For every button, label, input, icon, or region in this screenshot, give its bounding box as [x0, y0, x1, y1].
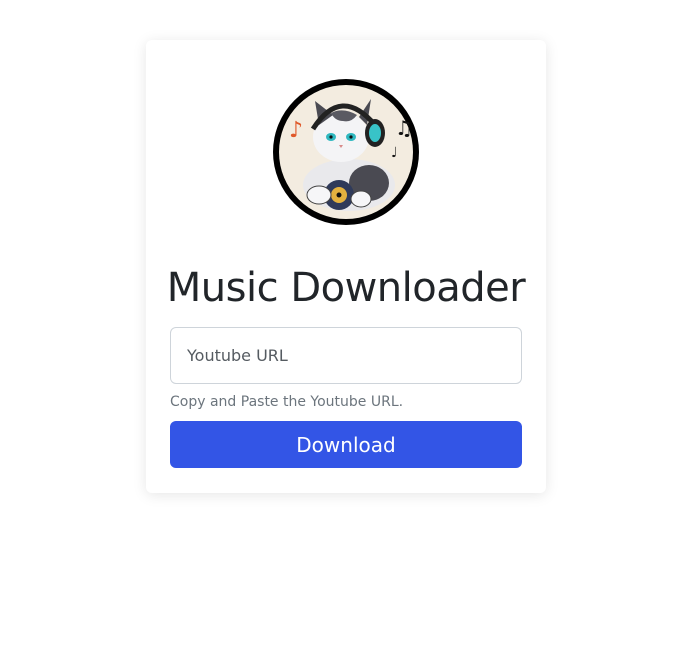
- svg-text:♫: ♫: [395, 116, 413, 140]
- download-card: ♪ ♫ ♩ Music Downloader Copy and Paste th…: [146, 40, 546, 493]
- cat-headphones-logo-icon: ♪ ♫ ♩: [273, 79, 419, 225]
- page-title: Music Downloader: [166, 265, 526, 311]
- download-button[interactable]: Download: [170, 421, 522, 468]
- svg-text:♪: ♪: [289, 118, 303, 143]
- youtube-url-input[interactable]: [170, 327, 522, 384]
- url-helper-text: Copy and Paste the Youtube URL.: [170, 394, 404, 410]
- svg-text:♩: ♩: [391, 145, 398, 161]
